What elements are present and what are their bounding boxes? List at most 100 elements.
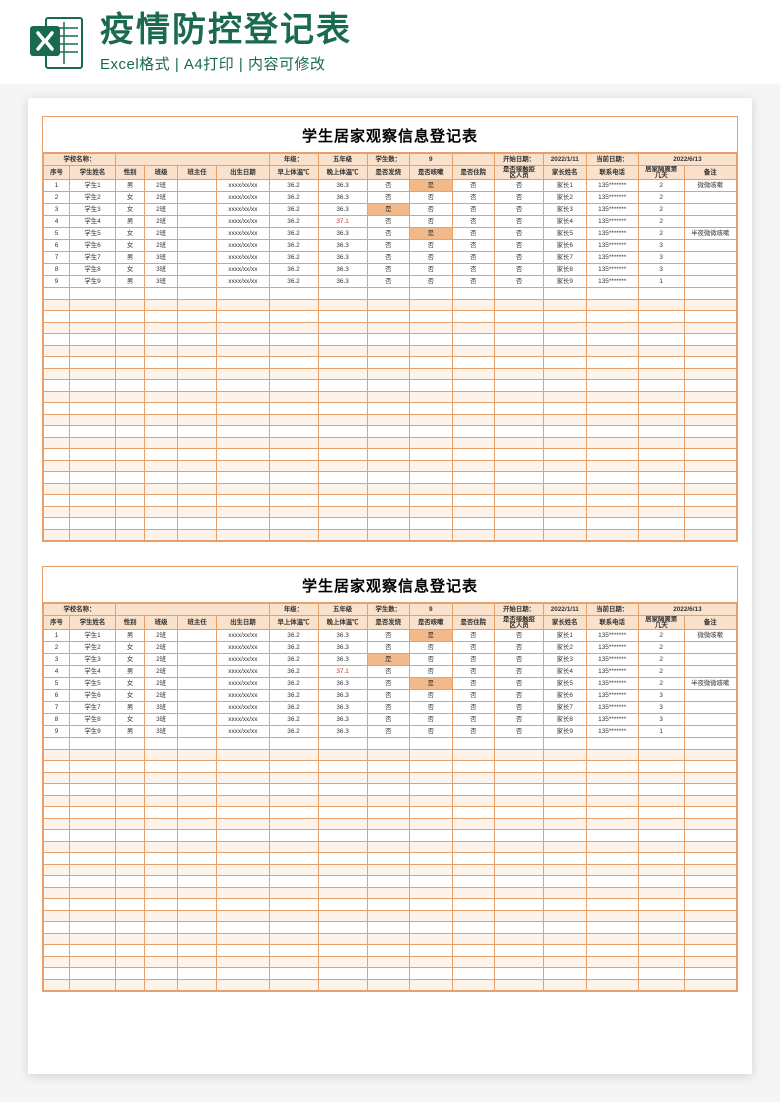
cell: xxxx/xx/xx	[217, 690, 269, 702]
cell: 36.3	[318, 204, 367, 216]
cell: 36.2	[269, 654, 318, 666]
column-header: 出生日期	[217, 166, 269, 180]
cell	[684, 192, 736, 204]
cell: 男	[115, 252, 144, 264]
cell	[177, 690, 216, 702]
cell: 否	[495, 276, 544, 288]
cell: 否	[452, 726, 494, 738]
cell: 36.2	[269, 240, 318, 252]
cell: 8	[44, 264, 70, 276]
column-header: 是否接触疫区人员	[495, 616, 544, 630]
info-cell	[452, 154, 494, 166]
cell: 否	[410, 714, 452, 726]
info-cell: 2022/1/11	[544, 154, 586, 166]
cell: 36.3	[318, 714, 367, 726]
table-row: 7学生7男3班xxxx/xx/xx36.236.3否否否否家长7135*****…	[44, 702, 737, 714]
cell: 135*******	[586, 192, 638, 204]
cell: 2班	[145, 678, 178, 690]
cell: 3	[638, 240, 684, 252]
cell: 4	[44, 216, 70, 228]
column-header: 备注	[684, 616, 736, 630]
cell: xxxx/xx/xx	[217, 204, 269, 216]
empty-row	[44, 483, 737, 495]
empty-row	[44, 518, 737, 530]
cell: 135*******	[586, 630, 638, 642]
cell: 3班	[145, 264, 178, 276]
column-header: 是否咳嗽	[410, 616, 452, 630]
cell: 135*******	[586, 228, 638, 240]
cell: 2班	[145, 654, 178, 666]
cell: 2	[638, 678, 684, 690]
column-header: 出生日期	[217, 616, 269, 630]
cell: 否	[452, 180, 494, 192]
cell: 36.3	[318, 276, 367, 288]
cell: 36.3	[318, 678, 367, 690]
cell: 否	[495, 240, 544, 252]
cell: 3	[638, 690, 684, 702]
cell: 1	[44, 180, 70, 192]
empty-row	[44, 288, 737, 300]
cell: 否	[495, 726, 544, 738]
cell: 2	[638, 654, 684, 666]
empty-row	[44, 841, 737, 853]
cell: 否	[452, 252, 494, 264]
cell: 否	[367, 714, 409, 726]
table-row: 3学生3女2班xxxx/xx/xx36.236.3是否否否家长3135*****…	[44, 204, 737, 216]
info-cell: 学校名称：	[44, 604, 116, 616]
table-row: 1学生1男2班xxxx/xx/xx36.236.3否是否否家长1135*****…	[44, 180, 737, 192]
table-row: 8学生8女3班xxxx/xx/xx36.236.3否否否否家长8135*****…	[44, 264, 737, 276]
cell: 36.2	[269, 666, 318, 678]
column-header: 是否接触疫区人员	[495, 166, 544, 180]
cell: 36.3	[318, 192, 367, 204]
cell: 家长9	[544, 276, 586, 288]
cell: 1	[638, 276, 684, 288]
cell: 学生7	[70, 702, 116, 714]
info-cell: 2022/6/13	[638, 154, 736, 166]
cell: 学生6	[70, 690, 116, 702]
column-header: 备注	[684, 166, 736, 180]
cell	[684, 690, 736, 702]
cell: 2	[638, 630, 684, 642]
empty-row	[44, 772, 737, 784]
cell: 3班	[145, 252, 178, 264]
cell: 2	[44, 192, 70, 204]
column-header: 是否咳嗽	[410, 166, 452, 180]
cell: 否	[410, 702, 452, 714]
cell: 2班	[145, 180, 178, 192]
cell: 否	[367, 726, 409, 738]
column-header: 居家隔离第几天	[638, 166, 684, 180]
cell	[684, 204, 736, 216]
cell: 否	[367, 678, 409, 690]
cell: 36.2	[269, 204, 318, 216]
column-header: 是否发烧	[367, 616, 409, 630]
info-cell: 开始日期：	[495, 154, 544, 166]
cell: 否	[410, 276, 452, 288]
cell: 否	[452, 228, 494, 240]
empty-row	[44, 899, 737, 911]
cell	[177, 216, 216, 228]
cell: 36.2	[269, 216, 318, 228]
cell: 36.2	[269, 714, 318, 726]
info-cell: 当前日期：	[586, 154, 638, 166]
cell	[684, 702, 736, 714]
cell: 135*******	[586, 666, 638, 678]
cell: 男	[115, 630, 144, 642]
cell: 学生1	[70, 180, 116, 192]
cell	[177, 654, 216, 666]
empty-row	[44, 807, 737, 819]
cell: xxxx/xx/xx	[217, 630, 269, 642]
cell: 36.2	[269, 630, 318, 642]
cell: 家长6	[544, 240, 586, 252]
cell: 学生8	[70, 714, 116, 726]
cell	[177, 264, 216, 276]
cell	[177, 204, 216, 216]
cell: 36.3	[318, 228, 367, 240]
empty-row	[44, 495, 737, 507]
table-row: 4学生4男2班xxxx/xx/xx36.237.1否否否否家长4135*****…	[44, 216, 737, 228]
cell: 否	[495, 630, 544, 642]
cell: 135*******	[586, 252, 638, 264]
empty-row	[44, 738, 737, 750]
table-row: 5学生5女2班xxxx/xx/xx36.236.3否是否否家长5135*****…	[44, 228, 737, 240]
cell: xxxx/xx/xx	[217, 642, 269, 654]
cell: 是	[410, 678, 452, 690]
